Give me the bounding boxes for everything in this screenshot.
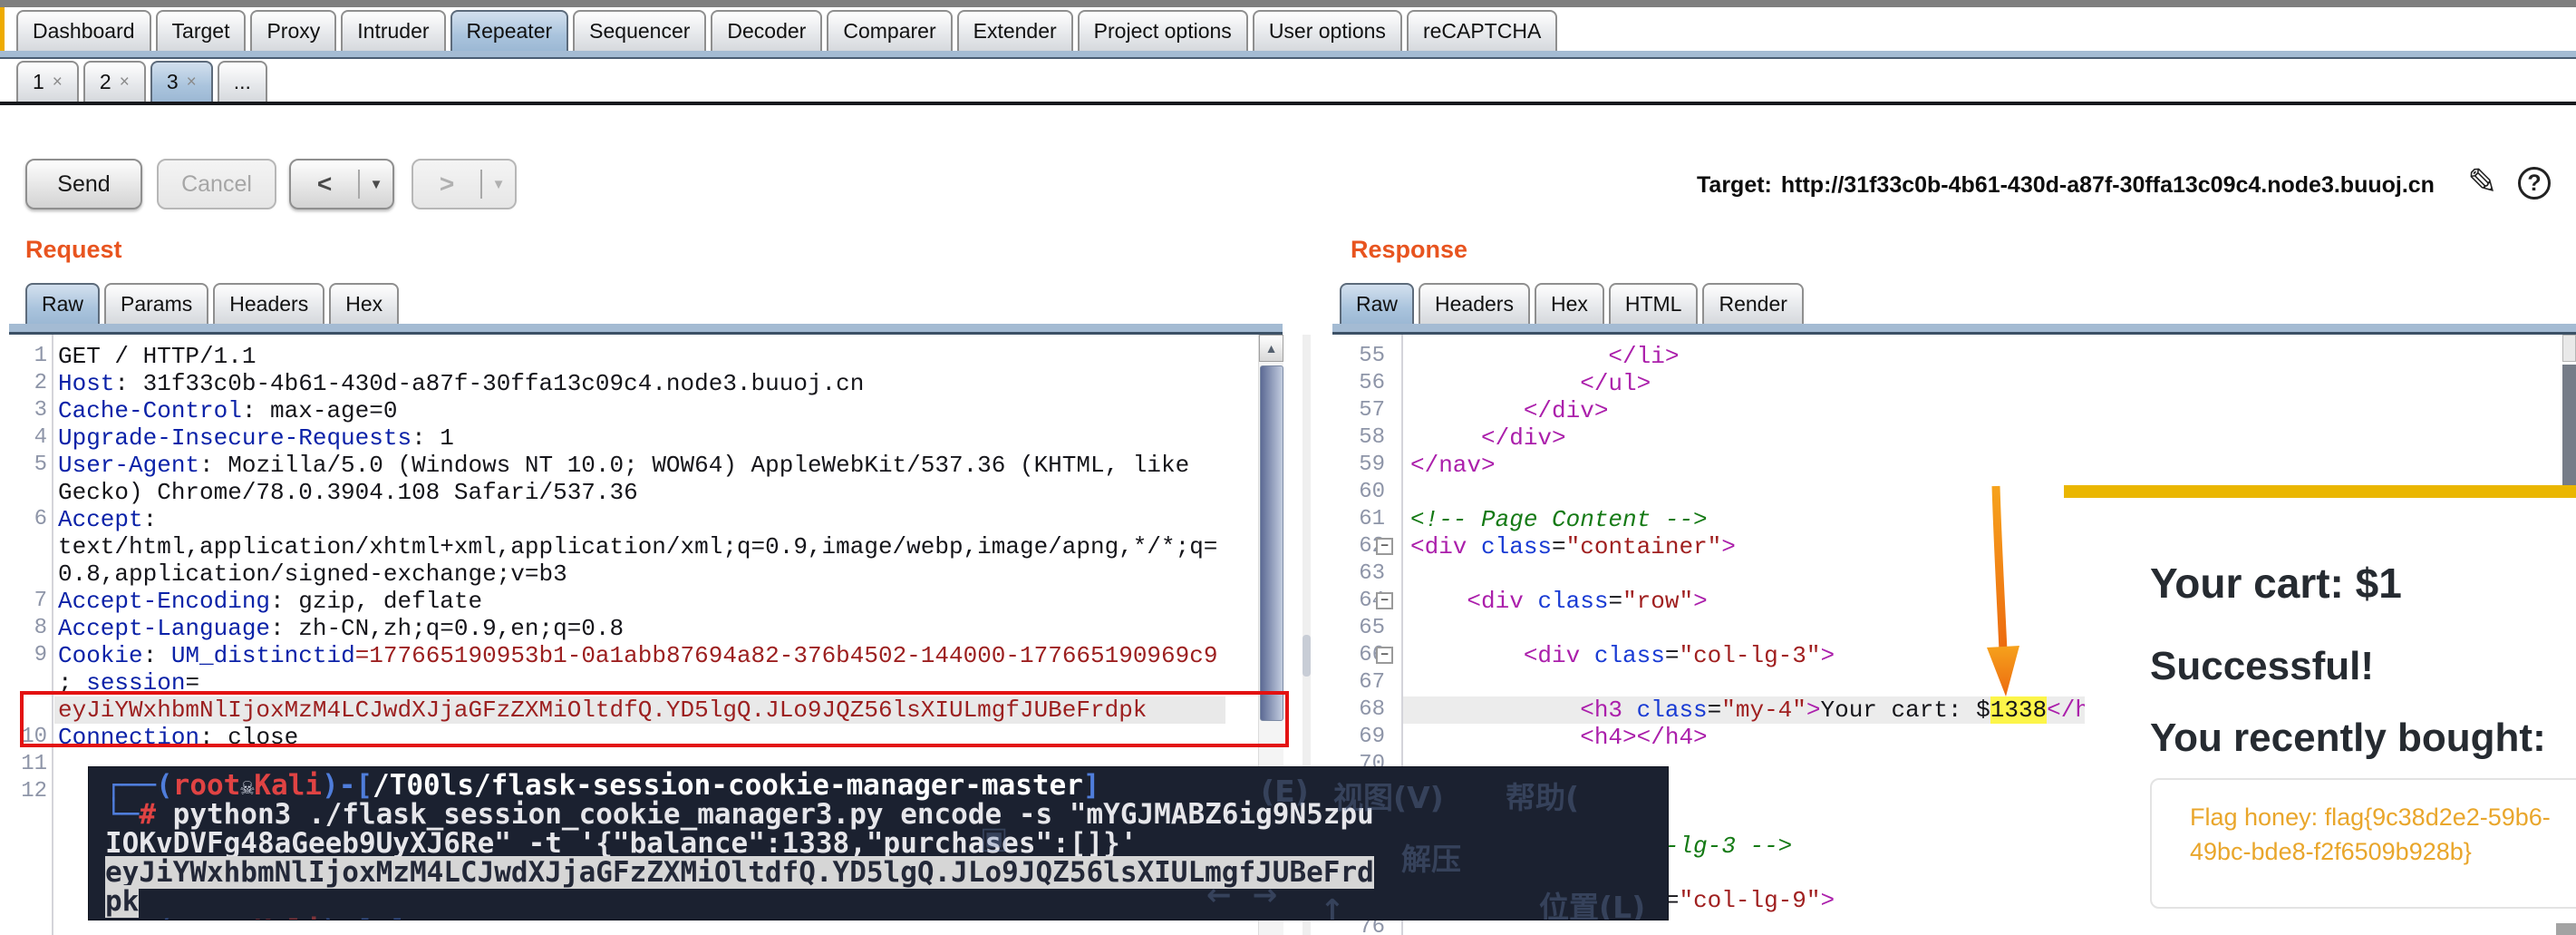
overlay-scrollbar-fragment (2556, 923, 2576, 935)
terminal-line: ┌──(root☠Kali)-[/T00ls/flask-session-coo… (105, 771, 1100, 802)
code-line[interactable]: </div> (1410, 424, 1566, 452)
ghost-artifact-text: (E) (1261, 774, 1309, 809)
flag-text-line2: 49bc-bde8-f2f6509b928b} (2190, 838, 2472, 866)
fold-collapse-icon[interactable]: − (1376, 647, 1393, 664)
code-line[interactable]: </li> (1410, 343, 1679, 370)
fold-collapse-icon[interactable]: − (1376, 592, 1393, 609)
code-line[interactable]: </div> (1410, 397, 1608, 424)
recently-bought-heading: You recently bought: (2150, 716, 2546, 761)
line-number: 65 (1345, 615, 1385, 642)
ghost-artifact-text: ← → (1206, 877, 1277, 912)
terminal-line: └─# python3 ./flask_session_cookie_manag… (105, 800, 1374, 829)
line-number: 63 (1345, 560, 1385, 588)
flag-card: Flag honey: flag{9c38d2e2-59b6- 49bc-bde… (2150, 778, 2576, 909)
success-heading: Successful! (2150, 644, 2374, 689)
code-line[interactable]: </nav> (1410, 452, 1496, 479)
flag-text-line1: Flag honey: flag{9c38d2e2-59b6- (2190, 804, 2551, 832)
code-line[interactable]: <div class="col-lg-3"> (1410, 642, 1835, 669)
ghost-artifact-text: 视图(V) (1333, 774, 1444, 817)
session-cookie-annotation-box (20, 691, 1289, 747)
scrollbar-thumb[interactable] (2562, 365, 2576, 486)
line-number: 55 (1345, 343, 1385, 370)
line-number: 60 (1345, 479, 1385, 506)
code-line[interactable]: </ul> (1410, 370, 1651, 397)
fold-collapse-icon[interactable]: − (1376, 538, 1393, 555)
code-line[interactable]: <h4></h4> (1410, 724, 1708, 751)
line-number: 59 (1345, 452, 1385, 479)
ghost-artifact-text: 位置(L) (1539, 883, 1645, 920)
annotation-arrow-icon (1965, 482, 2047, 709)
terminal-line: ┌──(root☠Kali)-[~] (105, 916, 406, 920)
code-line[interactable]: <!-- Page Content --> (1410, 506, 1708, 533)
line-number: 67 (1345, 669, 1385, 696)
burp-suite-repeater-window: DashboardTargetProxyIntruderRepeaterSequ… (0, 0, 2576, 935)
line-number: 61 (1345, 506, 1385, 533)
response-scrollbar[interactable] (2562, 335, 2576, 487)
line-number: 69 (1345, 724, 1385, 751)
code-line[interactable]: <div class="container"> (1410, 533, 1736, 560)
scroll-up-button[interactable] (2562, 335, 2576, 362)
yellow-divider-bar (2064, 485, 2576, 498)
ghost-artifact-text: ▣ (980, 820, 1008, 855)
terminal-line: eyJiYWxhbmNlIjoxMzM4LCJwdXJjaGFzZXMiOltd… (105, 858, 1374, 887)
line-number: 58 (1345, 424, 1385, 452)
kali-terminal-overlay: ┌──(root☠Kali)-[/T00ls/flask-session-coo… (88, 766, 1669, 920)
ghost-artifact-text: ↑ (1320, 892, 1345, 920)
scroll-up-icon[interactable]: ▲ (1259, 335, 1283, 362)
ghost-artifact-text: 帮助( (1506, 774, 1579, 817)
code-line[interactable]: <div class="row"> (1410, 588, 1708, 615)
ghost-artifact-text: 解压 (1401, 835, 1461, 879)
cart-heading: Your cart: $1 (2150, 559, 2402, 608)
line-number: 68 (1345, 696, 1385, 724)
scrollbar-thumb[interactable] (1260, 365, 1283, 721)
line-number: 56 (1345, 370, 1385, 397)
panel-splitter-handle[interactable] (1303, 635, 1311, 677)
terminal-line: pk (105, 887, 139, 916)
line-number: 57 (1345, 397, 1385, 424)
